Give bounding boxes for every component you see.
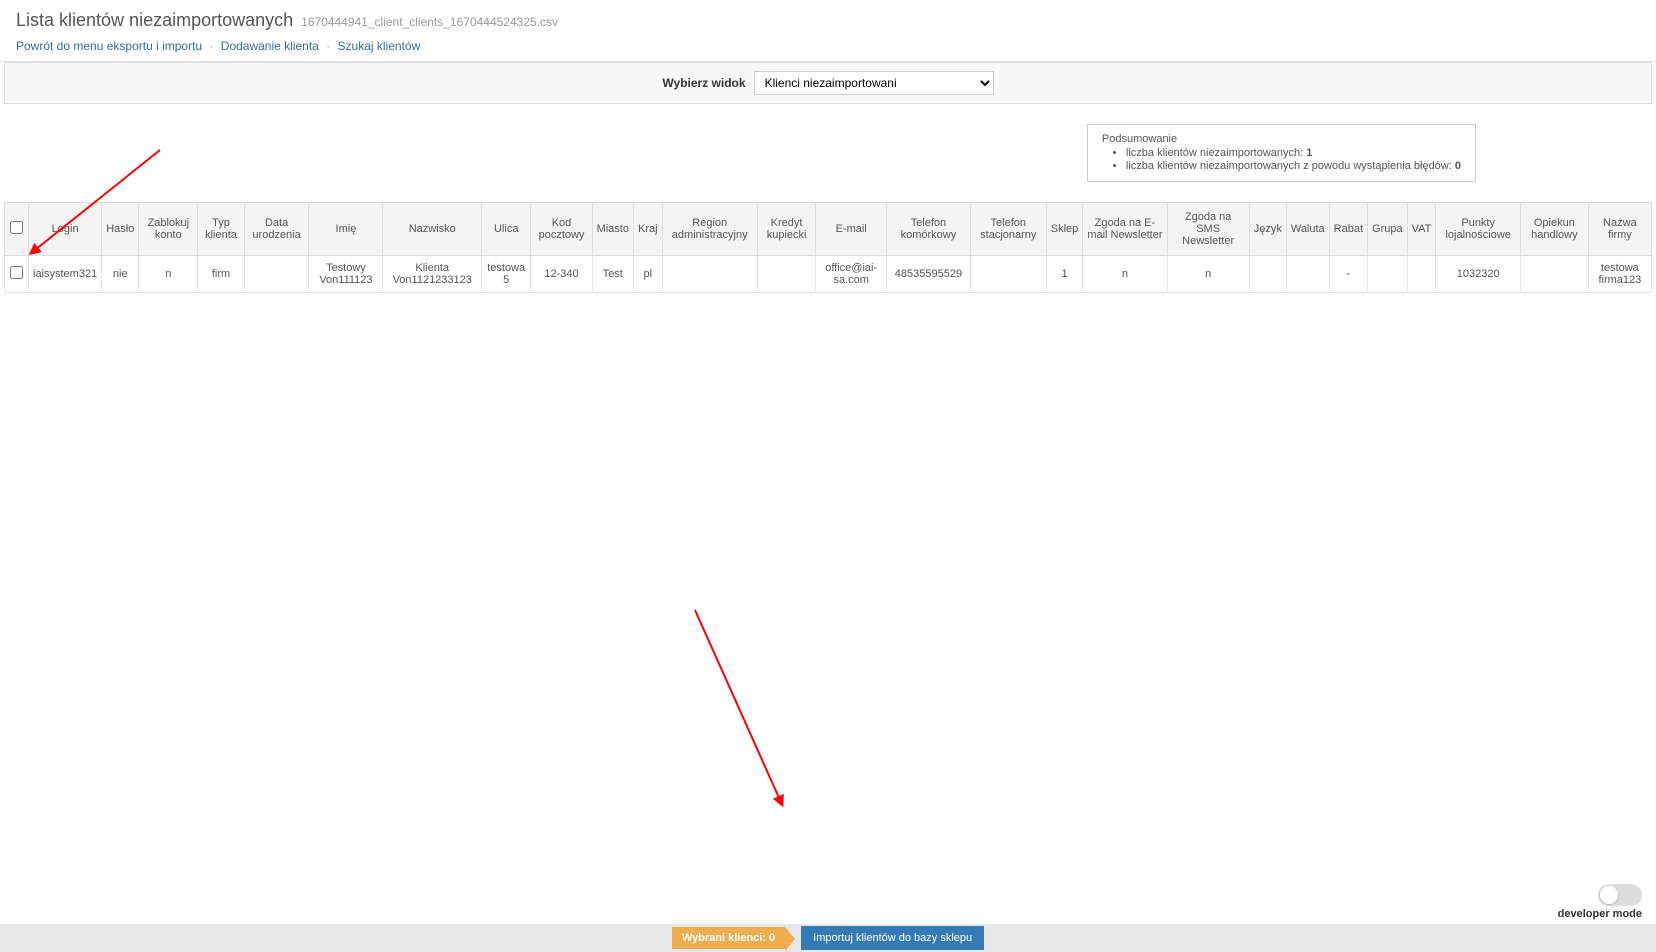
th-kredyt: Kredyt kupiecki — [757, 203, 815, 256]
table-wrapper: Login Hasło Zablokuj konto Typ klienta D… — [4, 202, 1652, 293]
th-grupa: Grupa — [1368, 203, 1408, 256]
summary-errors: liczba klientów niezaimportowanych z pow… — [1126, 160, 1461, 172]
th-miasto: Miasto — [592, 203, 633, 256]
cell-nazwa-firmy: testowa firma123 — [1588, 256, 1651, 293]
th-nazwisko: Nazwisko — [383, 203, 482, 256]
dev-mode-toggle[interactable] — [1598, 884, 1642, 906]
th-typ: Typ klienta — [198, 203, 245, 256]
cell-email: office@iai-sa.com — [816, 256, 887, 293]
title-row: Lista klientów niezaimportowanych 167044… — [16, 10, 1640, 31]
cell-imie: Testowy Von111123 — [309, 256, 383, 293]
select-all-checkbox[interactable] — [10, 221, 23, 234]
cell-zablokuj: n — [139, 256, 198, 293]
breadcrumb-sep: · — [326, 39, 330, 53]
th-nazwa-firmy: Nazwa firmy — [1588, 203, 1651, 256]
cell-kod: 12-340 — [531, 256, 592, 293]
breadcrumb-link-export[interactable]: Powrót do menu eksportu i importu — [16, 39, 202, 53]
dev-mode-label: developer mode — [1558, 908, 1642, 920]
cell-grupa — [1368, 256, 1408, 293]
th-tel-stac: Telefon stacjonarny — [970, 203, 1046, 256]
th-haslo: Hasło — [102, 203, 139, 256]
cell-tel-kom: 48535595529 — [887, 256, 971, 293]
summary-container: Podsumowanie liczba klientów niezaimport… — [0, 104, 1656, 202]
summary-box: Podsumowanie liczba klientów niezaimport… — [1087, 124, 1476, 182]
breadcrumb-link-search[interactable]: Szukaj klientów — [338, 39, 421, 53]
cell-zgoda-email: n — [1083, 256, 1167, 293]
cell-waluta — [1286, 256, 1329, 293]
cell-punkty: 1032320 — [1436, 256, 1521, 293]
header-checkbox-cell — [5, 203, 29, 256]
summary-title: Podsumowanie — [1102, 133, 1461, 145]
cell-data-ur — [244, 256, 309, 293]
dev-mode-control: developer mode — [1558, 884, 1642, 920]
row-checkbox-cell — [5, 256, 29, 293]
import-clients-button[interactable]: Importuj klientów do bazy sklepu — [801, 926, 984, 950]
th-kod: Kod pocztowy — [531, 203, 592, 256]
cell-opiekun — [1521, 256, 1589, 293]
cell-region — [662, 256, 757, 293]
th-vat: VAT — [1407, 203, 1436, 256]
th-region: Region administracyjny — [662, 203, 757, 256]
cell-tel-stac — [970, 256, 1046, 293]
th-imie: Imię — [309, 203, 383, 256]
page-title: Lista klientów niezaimportowanych — [16, 10, 293, 31]
cell-typ: firm — [198, 256, 245, 293]
th-zablokuj: Zablokuj konto — [139, 203, 198, 256]
th-sklep: Sklep — [1046, 203, 1083, 256]
clients-table: Login Hasło Zablokuj konto Typ klienta D… — [4, 202, 1652, 293]
th-waluta: Waluta — [1286, 203, 1329, 256]
th-jezyk: Język — [1249, 203, 1286, 256]
cell-sklep: 1 — [1046, 256, 1083, 293]
cell-jezyk — [1249, 256, 1286, 293]
cell-ulica: testowa 5 — [481, 256, 530, 293]
breadcrumb-link-add[interactable]: Dodawanie klienta — [221, 39, 319, 53]
th-punkty: Punkty lojalnościowe — [1436, 203, 1521, 256]
breadcrumb: Powrót do menu eksportu i importu · Doda… — [16, 39, 1640, 53]
spacer — [0, 293, 1656, 773]
summary-not-imported: liczba klientów niezaimportowanych: 1 — [1126, 147, 1461, 159]
cell-kredyt — [757, 256, 815, 293]
view-selector-bar: Wybierz widok Klienci niezaimportowani — [4, 62, 1652, 104]
th-email: E-mail — [816, 203, 887, 256]
filename: 1670444941_client_clients_1670444524325.… — [301, 15, 558, 29]
th-kraj: Kraj — [633, 203, 662, 256]
row-checkbox[interactable] — [10, 266, 23, 279]
breadcrumb-sep: · — [209, 39, 213, 53]
header-section: Lista klientów niezaimportowanych 167044… — [0, 0, 1656, 62]
th-data-ur: Data urodzenia — [244, 203, 309, 256]
th-zgoda-email: Zgoda na E-mail Newsletter — [1083, 203, 1167, 256]
selected-clients-button[interactable]: Wybrani klienci: 0 — [672, 927, 785, 949]
th-rabat: Rabat — [1329, 203, 1367, 256]
th-tel-kom: Telefon komórkowy — [887, 203, 971, 256]
bottom-bar: Wybrani klienci: 0 Importuj klientów do … — [0, 924, 1656, 952]
cell-miasto: Test — [592, 256, 633, 293]
th-ulica: Ulica — [481, 203, 530, 256]
table-header-row: Login Hasło Zablokuj konto Typ klienta D… — [5, 203, 1652, 256]
view-selector[interactable]: Klienci niezaimportowani — [754, 71, 994, 95]
cell-haslo: nie — [102, 256, 139, 293]
cell-kraj: pl — [633, 256, 662, 293]
view-selector-label: Wybierz widok — [662, 76, 745, 90]
th-zgoda-sms: Zgoda na SMS Newsletter — [1167, 203, 1249, 256]
cell-nazwisko: Klienta Von1121233123 — [383, 256, 482, 293]
table-row: iaisystem321 nie n firm Testowy Von11112… — [5, 256, 1652, 293]
cell-rabat: - — [1329, 256, 1367, 293]
cell-vat — [1407, 256, 1436, 293]
cell-zgoda-sms: n — [1167, 256, 1249, 293]
cell-login: iaisystem321 — [29, 256, 102, 293]
th-login: Login — [29, 203, 102, 256]
th-opiekun: Opiekun handlowy — [1521, 203, 1589, 256]
